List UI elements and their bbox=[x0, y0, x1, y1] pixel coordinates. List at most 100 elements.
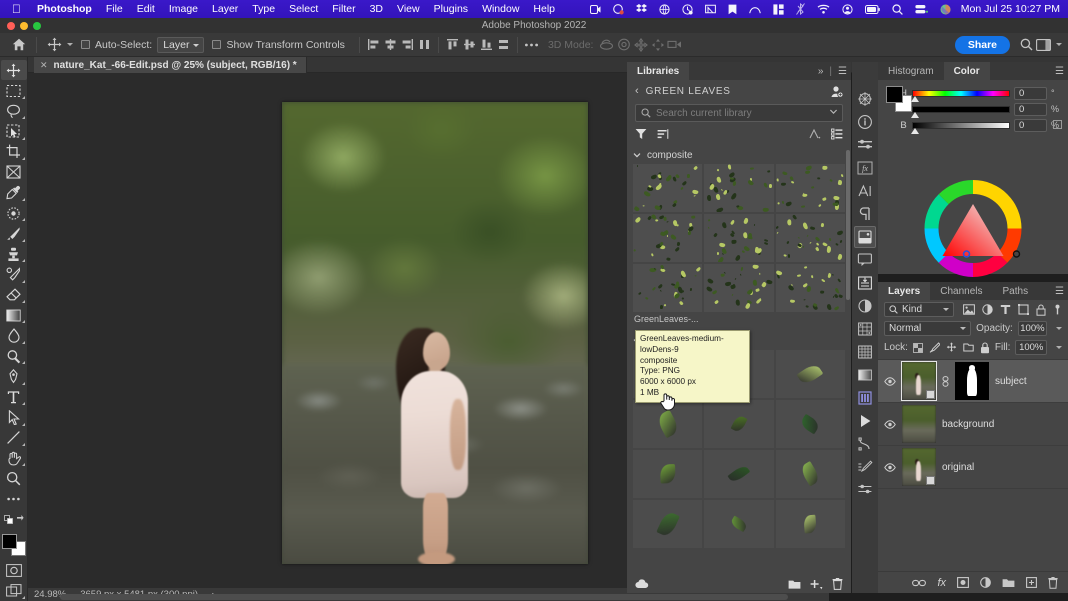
double-chevron-right-icon[interactable]: » bbox=[818, 66, 824, 77]
tool-blur[interactable] bbox=[1, 325, 27, 345]
library-name[interactable]: GREEN LEAVES bbox=[646, 86, 731, 97]
panel-dock-rail[interactable]: fx bbox=[852, 62, 878, 593]
tool-line[interactable] bbox=[1, 428, 27, 448]
library-scrollbar[interactable] bbox=[846, 150, 850, 300]
fill-caret[interactable] bbox=[1056, 346, 1062, 349]
menu-type[interactable]: Type bbox=[245, 3, 282, 15]
hue-track[interactable] bbox=[911, 89, 1010, 102]
align-center-h-icon[interactable] bbox=[382, 36, 399, 53]
align-right-icon[interactable] bbox=[399, 36, 416, 53]
distribute-v-icon[interactable] bbox=[495, 36, 512, 53]
tool-submenu-indicator[interactable] bbox=[19, 595, 25, 599]
menu-file[interactable]: File bbox=[99, 3, 130, 15]
user-icon[interactable] bbox=[842, 3, 853, 15]
filter-smart-icon[interactable] bbox=[1036, 304, 1046, 316]
saturation-track[interactable] bbox=[911, 105, 1010, 118]
align-top-icon[interactable] bbox=[444, 36, 461, 53]
roll-3d-icon[interactable] bbox=[615, 36, 632, 53]
panel-menu-icon[interactable]: ☰ bbox=[1055, 286, 1064, 297]
filter-adjustment-icon[interactable] bbox=[982, 304, 993, 315]
mask-link-icon[interactable] bbox=[942, 375, 949, 387]
blend-mode-select[interactable]: Normal bbox=[884, 321, 972, 336]
tool-marquee[interactable] bbox=[1, 80, 27, 100]
library-asset[interactable] bbox=[775, 164, 845, 212]
tool-submenu-indicator[interactable] bbox=[19, 443, 25, 447]
distribute-h-icon[interactable] bbox=[416, 36, 433, 53]
chevron-down-icon[interactable] bbox=[633, 151, 641, 159]
tool-spot-healing[interactable] bbox=[1, 203, 27, 223]
tool-path-selection[interactable] bbox=[1, 407, 27, 427]
tool-submenu-indicator[interactable] bbox=[19, 116, 25, 120]
layer-visibility-toggle[interactable] bbox=[884, 419, 896, 429]
rotate-3d-icon[interactable] bbox=[598, 36, 615, 53]
asset-thumbnail[interactable] bbox=[775, 264, 845, 312]
search-icon[interactable] bbox=[892, 3, 903, 15]
view-list-icon[interactable] bbox=[831, 128, 843, 140]
panel-menu-icon[interactable]: ☰ bbox=[1055, 66, 1064, 77]
tool-clone-stamp[interactable] bbox=[1, 244, 27, 264]
tab-layers[interactable]: Layers bbox=[878, 282, 931, 300]
time-machine-icon[interactable] bbox=[682, 3, 693, 15]
layer-kind-filter[interactable]: Kind bbox=[884, 302, 954, 317]
library-asset[interactable] bbox=[704, 164, 774, 212]
tool-submenu-indicator[interactable] bbox=[19, 381, 25, 385]
colorsync-icon[interactable] bbox=[612, 3, 624, 15]
tool-object-selection[interactable] bbox=[1, 121, 27, 141]
tool-lasso[interactable] bbox=[1, 101, 27, 121]
rail-history-icon[interactable] bbox=[854, 272, 876, 294]
tool-brush[interactable] bbox=[1, 223, 27, 243]
rail-swatches-icon[interactable] bbox=[854, 341, 876, 363]
filter-type-icon[interactable] bbox=[1000, 304, 1011, 315]
chevron-down-icon[interactable] bbox=[829, 107, 838, 116]
asset-thumbnail[interactable] bbox=[633, 450, 703, 498]
workspace-icon[interactable] bbox=[1035, 36, 1052, 53]
tab-paths[interactable]: Paths bbox=[993, 282, 1039, 300]
rail-comments-icon[interactable] bbox=[854, 249, 876, 271]
tool-submenu-indicator[interactable] bbox=[19, 279, 25, 283]
menu-window[interactable]: Window bbox=[475, 3, 526, 15]
tab-libraries[interactable]: Libraries bbox=[627, 62, 690, 80]
tool-hand[interactable] bbox=[1, 448, 27, 468]
tool-frame[interactable] bbox=[1, 162, 27, 182]
rail-character-icon[interactable] bbox=[854, 180, 876, 202]
tool-submenu-indicator[interactable] bbox=[19, 238, 25, 242]
menubar-clock[interactable]: Mon Jul 25 10:27 PM bbox=[961, 3, 1060, 15]
asset-thumbnail[interactable] bbox=[704, 400, 774, 448]
library-asset[interactable] bbox=[704, 264, 774, 328]
layer-visibility-toggle[interactable] bbox=[884, 462, 896, 472]
nvidia-icon[interactable] bbox=[704, 4, 716, 14]
tool-move[interactable] bbox=[0, 60, 27, 81]
panel-menu-icon[interactable]: ☰ bbox=[838, 66, 847, 77]
align-left-icon[interactable] bbox=[365, 36, 382, 53]
tab-channels[interactable]: Channels bbox=[930, 282, 992, 300]
foreground-color-swatch[interactable] bbox=[886, 86, 903, 103]
new-group-icon[interactable] bbox=[1002, 578, 1015, 588]
bluetooth-off-icon[interactable] bbox=[795, 3, 805, 15]
wifi-icon[interactable] bbox=[817, 4, 830, 14]
tool-pen[interactable] bbox=[1, 366, 27, 386]
bookmark-icon[interactable] bbox=[728, 4, 737, 15]
canvas-horizontal-scrollbar[interactable] bbox=[60, 594, 788, 600]
composite-thumbnail-grid[interactable]: GreenLeaves-... bbox=[633, 164, 845, 328]
color-swatches[interactable] bbox=[1, 533, 26, 556]
menu-3d[interactable]: 3D bbox=[363, 3, 390, 15]
tool-gradient[interactable] bbox=[1, 305, 27, 325]
lock-position-icon[interactable] bbox=[946, 342, 957, 353]
menu-plugins[interactable]: Plugins bbox=[427, 3, 475, 15]
rail-layer-styles-icon[interactable]: fx bbox=[854, 157, 876, 179]
fill-value[interactable]: 100% bbox=[1015, 340, 1047, 355]
tool-submenu-indicator[interactable] bbox=[19, 340, 25, 344]
layer-name[interactable]: background bbox=[942, 419, 994, 430]
filter-icon[interactable] bbox=[635, 128, 647, 140]
layer-name[interactable]: subject bbox=[995, 376, 1027, 387]
tool-crop[interactable] bbox=[1, 142, 27, 162]
asset-thumbnail[interactable] bbox=[633, 500, 703, 548]
show-transform-check[interactable] bbox=[212, 40, 222, 49]
brightness-track[interactable] bbox=[911, 121, 1010, 134]
battery-icon[interactable] bbox=[864, 4, 880, 14]
tool-quick-mask[interactable] bbox=[1, 560, 27, 580]
new-adjustment-icon[interactable] bbox=[980, 577, 991, 588]
document-canvas[interactable] bbox=[282, 102, 588, 564]
pan-3d-icon[interactable] bbox=[632, 36, 649, 53]
layer-mask-thumbnail[interactable] bbox=[955, 362, 989, 400]
